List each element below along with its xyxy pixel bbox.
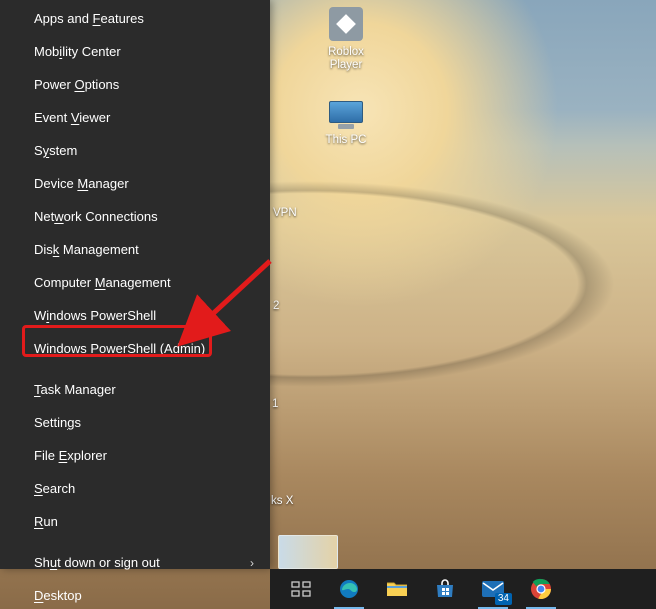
- winx-item-search[interactable]: Search: [0, 472, 270, 505]
- chrome-icon: [530, 578, 552, 600]
- taskbar-app-mail[interactable]: 34: [470, 569, 516, 609]
- winx-item-powershell[interactable]: Windows PowerShell: [0, 299, 270, 332]
- desktop-icon-this-pc[interactable]: This PC: [308, 92, 384, 147]
- desktop-icon-label: This PC: [326, 134, 367, 147]
- edge-icon: [338, 578, 360, 600]
- winx-item-device-manager[interactable]: Device Manager: [0, 167, 270, 200]
- desktop-icon-label: Roblox Player: [328, 46, 364, 72]
- winx-item-label: Windows PowerShell: [34, 308, 156, 323]
- store-icon: [434, 578, 456, 600]
- winx-item-system[interactable]: System: [0, 134, 270, 167]
- task-view-icon: [291, 579, 311, 599]
- desktop-icon-label-partial: 2: [273, 300, 279, 312]
- folder-icon: [386, 579, 408, 599]
- winx-item-label: Apps and Features: [34, 11, 144, 26]
- chevron-right-icon: ›: [250, 556, 254, 570]
- winx-item-label: File Explorer: [34, 448, 107, 463]
- winx-item-powershell-admin[interactable]: Windows PowerShell (Admin): [0, 332, 270, 365]
- winx-item-label: Event Viewer: [34, 110, 110, 125]
- winx-item-label: Shut down or sign out: [34, 555, 160, 570]
- taskbar-app-store[interactable]: [422, 569, 468, 609]
- computer-icon: [326, 92, 366, 132]
- winx-item-label: Network Connections: [34, 209, 158, 224]
- desktop-icon-label-partial-vpn: VPN: [273, 207, 297, 219]
- winx-item-label: System: [34, 143, 77, 158]
- screenshot-root: Roblox Player This PC VPN 2 1 ks X Apps …: [0, 0, 656, 609]
- winx-item-label: Disk Management: [34, 242, 139, 257]
- winx-item-settings[interactable]: Settings: [0, 406, 270, 439]
- winx-item-apps-and-features[interactable]: Apps and Features: [0, 2, 270, 35]
- winx-item-computer-management[interactable]: Computer Management: [0, 266, 270, 299]
- winx-item-run[interactable]: Run: [0, 505, 270, 538]
- winx-menu: Apps and Features Mobility Center Power Op…: [0, 0, 270, 569]
- winx-item-label: Settings: [34, 415, 81, 430]
- winx-item-label: Mobility Center: [34, 44, 121, 59]
- winx-item-network-connections[interactable]: Network Connections: [0, 200, 270, 233]
- winx-item-mobility-center[interactable]: Mobility Center: [0, 35, 270, 68]
- winx-item-desktop[interactable]: Desktop: [0, 579, 270, 609]
- winx-item-label: Power Options: [34, 77, 119, 92]
- desktop-icon-label-partial: ks X: [271, 495, 293, 507]
- mail-unread-badge: 34: [495, 593, 512, 605]
- taskbar-app-file-explorer[interactable]: [374, 569, 420, 609]
- desktop-icon-label-partial: 1: [272, 398, 278, 410]
- taskbar: 34: [270, 569, 656, 609]
- taskbar-window-preview[interactable]: [278, 535, 338, 569]
- taskbar-app-chrome[interactable]: [518, 569, 564, 609]
- winx-item-label: Windows PowerShell (Admin): [34, 341, 205, 356]
- winx-item-label: Desktop: [34, 588, 82, 603]
- winx-item-label: Search: [34, 481, 75, 496]
- winx-item-event-viewer[interactable]: Event Viewer: [0, 101, 270, 134]
- winx-item-task-manager[interactable]: Task Manager: [0, 373, 270, 406]
- roblox-icon: [326, 4, 366, 44]
- winx-item-label: Device Manager: [34, 176, 129, 191]
- winx-item-file-explorer[interactable]: File Explorer: [0, 439, 270, 472]
- winx-item-disk-management[interactable]: Disk Management: [0, 233, 270, 266]
- winx-item-power-options[interactable]: Power Options: [0, 68, 270, 101]
- taskbar-app-edge[interactable]: [326, 569, 372, 609]
- winx-item-label: Run: [34, 514, 58, 529]
- winx-item-label: Computer Management: [34, 275, 171, 290]
- desktop-icon-roblox-player[interactable]: Roblox Player: [308, 4, 384, 72]
- winx-item-label: Task Manager: [34, 382, 116, 397]
- taskbar-task-view-button[interactable]: [278, 569, 324, 609]
- winx-item-shutdown-signout[interactable]: Shut down or sign out ›: [0, 546, 270, 579]
